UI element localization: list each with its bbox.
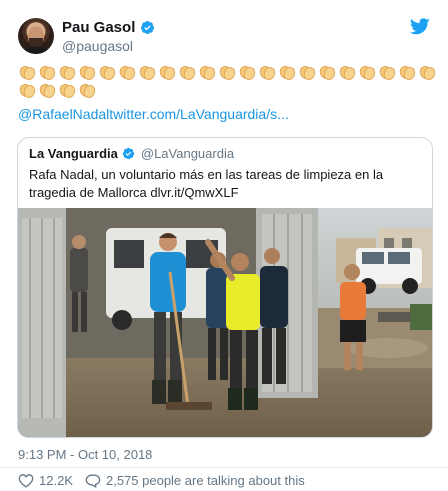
quoted-author-row: La Vanguardia @LaVanguardia [29, 146, 234, 161]
clapping-hands-icon [78, 64, 97, 82]
talking-count: 2,575 people are talking about this [105, 473, 305, 488]
twitter-bird-icon[interactable] [410, 18, 430, 35]
clapping-hands-icon [38, 64, 57, 82]
clapping-hands-icon [58, 82, 77, 100]
author-handle[interactable]: @paugasol [62, 38, 133, 54]
heart-icon [18, 474, 34, 488]
clapping-hands-icon [278, 64, 297, 82]
quoted-author-handle: @LaVanguardia [140, 146, 235, 161]
tweet-link[interactable]: @RafaelNadaltwitter.com/LaVanguardia/s..… [18, 106, 289, 122]
divider [0, 467, 448, 468]
quoted-author-name: La Vanguardia [29, 146, 118, 161]
clapping-hands-icon [418, 64, 437, 82]
clapping-hands-icon [18, 82, 37, 100]
embedded-tweet: Pau Gasol @paugasol @RafaelNadaltwitter.… [0, 0, 448, 491]
clapping-hands-icon [218, 64, 237, 82]
clapping-hands-icon [158, 64, 177, 82]
like-action[interactable]: 12.2K [18, 473, 73, 488]
clapping-hands-icon [318, 64, 337, 82]
quoted-tweet-text: Rafa Nadal, un voluntario más en las tar… [29, 167, 384, 200]
quoted-tweet-card[interactable]: La Vanguardia @LaVanguardia Rafa Nadal, … [17, 137, 433, 438]
avatar-beard [29, 38, 43, 47]
author-name-row[interactable]: Pau Gasol [62, 19, 155, 36]
clapping-hands-icon [178, 64, 197, 82]
tweet-timestamp[interactable]: 9:13 PM - Oct 10, 2018 [18, 447, 152, 462]
clapping-hands-icon [338, 64, 357, 82]
clapping-hands-icon [258, 64, 277, 82]
talking-action[interactable]: 2,575 people are talking about this [85, 473, 305, 488]
verified-badge-icon [141, 20, 155, 35]
clapping-hands-icon [398, 64, 417, 82]
like-count: 12.2K [39, 473, 73, 488]
avatar-shirt [22, 47, 50, 54]
clapping-hands-icon [358, 64, 377, 82]
verified-badge-icon [122, 147, 135, 160]
clapping-hands-icon [118, 64, 137, 82]
tweet-actions: 12.2K 2,575 people are talking about thi… [18, 473, 305, 488]
speech-bubble-icon [85, 474, 101, 488]
clap-emoji-row [18, 64, 438, 100]
clapping-hands-icon [58, 64, 77, 82]
clapping-hands-icon [378, 64, 397, 82]
clapping-hands-icon [38, 82, 57, 100]
clapping-hands-icon [138, 64, 157, 82]
author-display-name[interactable]: Pau Gasol [62, 19, 135, 36]
clapping-hands-icon [298, 64, 317, 82]
clapping-hands-icon [18, 64, 37, 82]
cleanup-scene-illustration [18, 208, 432, 437]
author-avatar[interactable] [18, 18, 54, 54]
clapping-hands-icon [78, 82, 97, 100]
quoted-tweet-photo[interactable] [18, 208, 432, 437]
clapping-hands-icon [198, 64, 217, 82]
clapping-hands-icon [238, 64, 257, 82]
clapping-hands-icon [98, 64, 117, 82]
